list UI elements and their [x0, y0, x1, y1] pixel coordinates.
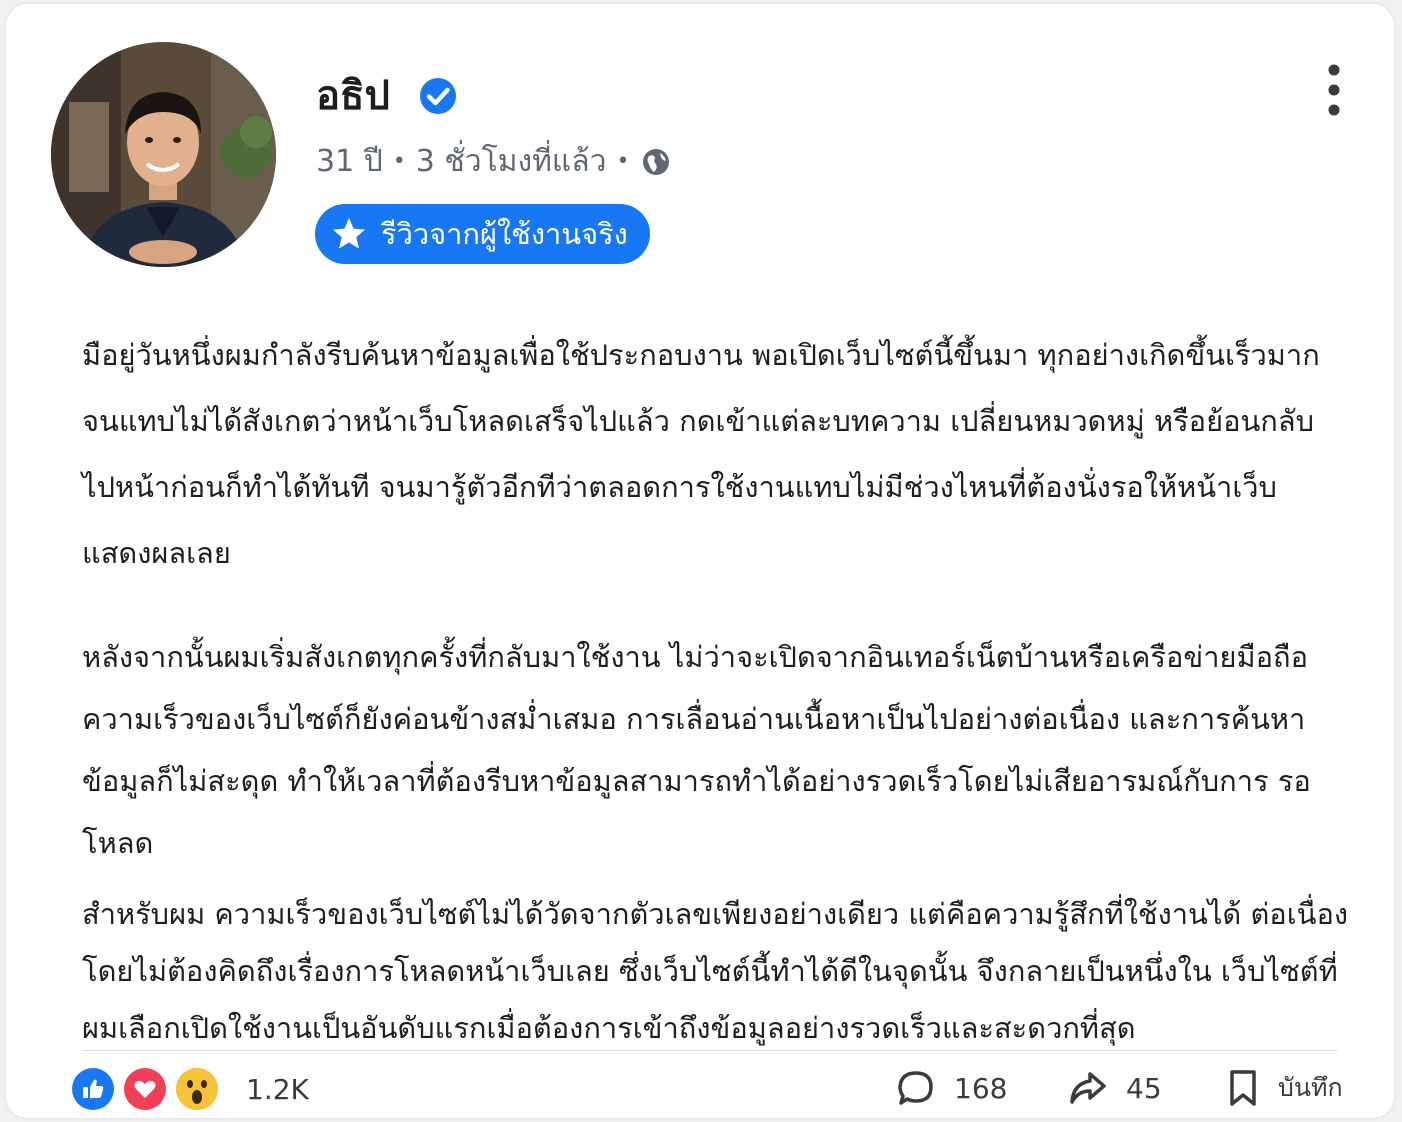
- share-button[interactable]: 45: [1068, 1068, 1162, 1108]
- love-icon: [124, 1068, 166, 1110]
- separator-dot: •: [392, 149, 406, 174]
- post-paragraph: สำหรับผม ความเร็วของเว็บไซต์ไม่ได้วัดจาก…: [82, 897, 1349, 1045]
- review-badge-label: รีวิวจากผู้ใช้งานจริง: [381, 217, 628, 251]
- save-label: บันทึก: [1278, 1073, 1343, 1102]
- author-age: 31 ปี: [316, 144, 383, 179]
- reaction-count: 1.2K: [246, 1072, 309, 1106]
- separator-dot: •: [616, 149, 630, 174]
- post-paragraph: มือยู่วันหนึ่งผมกำลังรีบค้นหาข้อมูลเพื่อ…: [82, 338, 1320, 570]
- globe-icon[interactable]: [641, 147, 671, 177]
- post-time[interactable]: 3 ชั่วโมงที่แล้ว: [416, 140, 607, 184]
- review-badge: รีวิวจากผู้ใช้งานจริง: [315, 204, 650, 264]
- post-footer: 1.2K 168 45 บันทึก: [72, 1064, 1343, 1116]
- verified-badge-icon: [419, 78, 456, 114]
- wow-icon: [176, 1068, 218, 1110]
- post-meta: 31 ปี • 3 ชั่วโมงที่แล้ว •: [316, 140, 671, 184]
- footer-divider: [82, 1050, 1338, 1051]
- more-options-icon[interactable]: [1318, 62, 1350, 118]
- comment-icon: [898, 1071, 933, 1105]
- share-icon: [1070, 1072, 1106, 1104]
- post-paragraph: หลังจากนั้นผมเริ่มสังเกตทุกครั้งที่กลับม…: [82, 640, 1311, 860]
- comment-button[interactable]: 168: [896, 1068, 1007, 1108]
- bookmark-icon: [1230, 1070, 1256, 1106]
- save-button[interactable]: บันทึก: [1226, 1068, 1343, 1108]
- avatar[interactable]: [51, 42, 276, 267]
- avatar-photo: [51, 42, 276, 267]
- like-icon: [72, 1068, 114, 1110]
- share-count: 45: [1126, 1071, 1162, 1105]
- post-card: อธิป 31 ปี • 3 ชั่วโมงที่แล้ว • รีวิวจาก…: [6, 4, 1394, 1118]
- author-row: อธิป: [316, 66, 458, 126]
- star-icon: [333, 218, 365, 249]
- author-name[interactable]: อธิป: [316, 66, 390, 126]
- comment-count: 168: [954, 1071, 1008, 1105]
- post-body: มือยู่วันหนึ่งผมกำลังรีบค้นหาข้อมูลเพื่อ…: [82, 322, 1352, 1057]
- reactions-summary[interactable]: 1.2K: [72, 1068, 309, 1110]
